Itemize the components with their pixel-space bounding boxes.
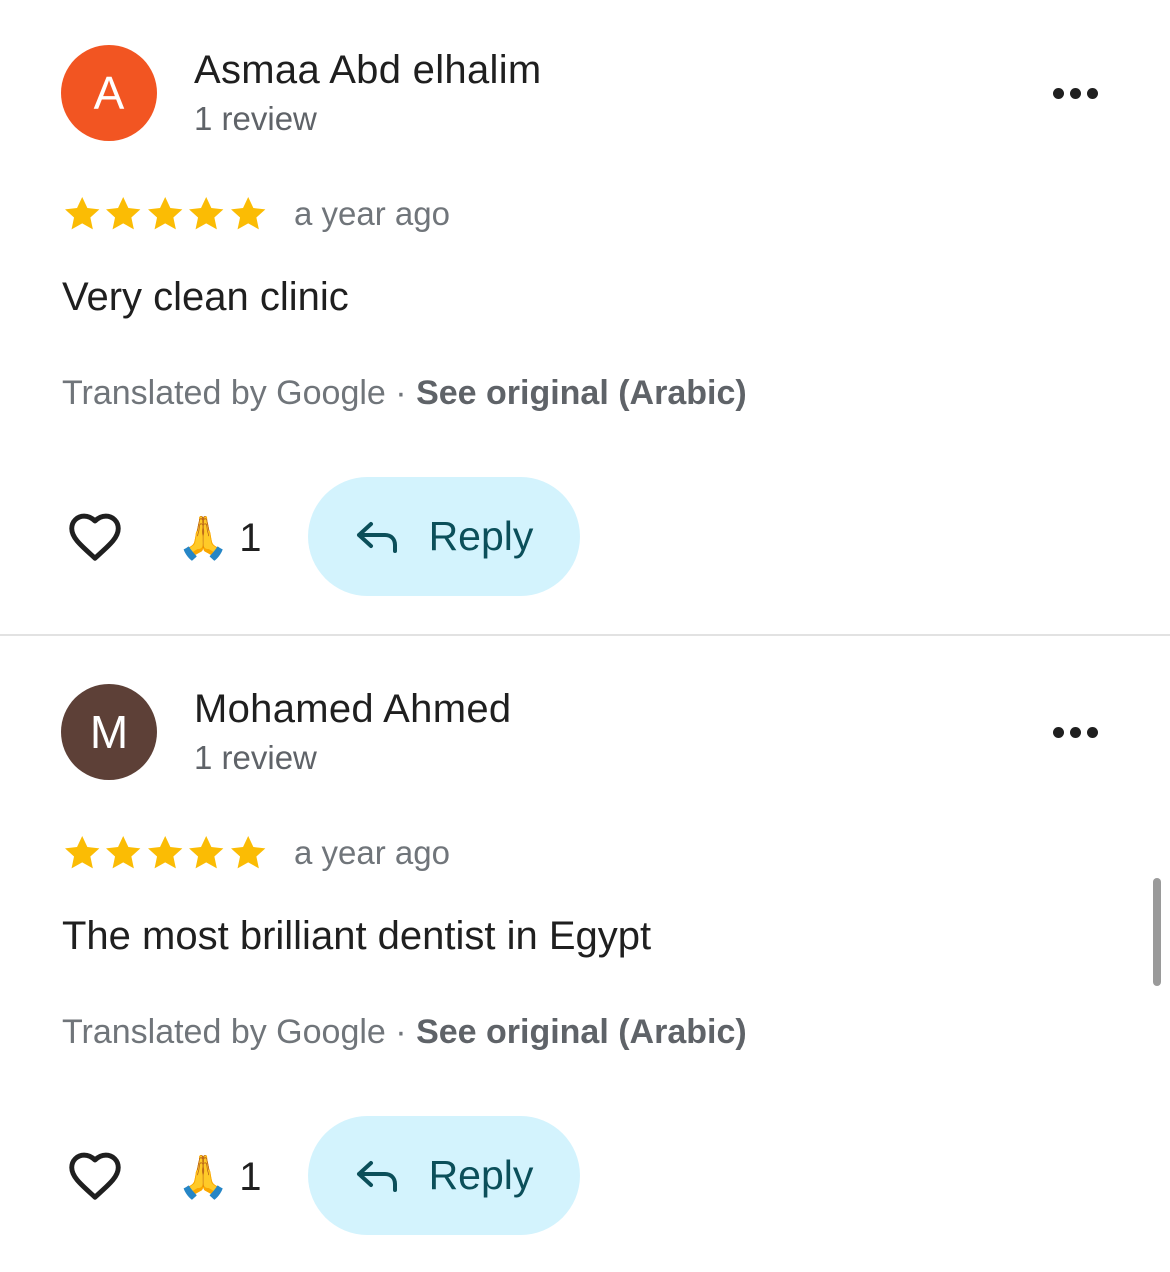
reply-arrow-icon xyxy=(356,521,397,553)
star-icon xyxy=(147,197,183,230)
reaction-count: 1 xyxy=(239,1154,262,1199)
see-original-link[interactable]: See original (Arabic) xyxy=(416,374,747,412)
reviewer-review-count: 1 review xyxy=(194,739,317,776)
separator: · xyxy=(395,374,407,412)
more-horizontal-icon xyxy=(1052,726,1064,738)
praying-hands-emoji: 🙏 xyxy=(177,514,230,561)
review-time: a year ago xyxy=(294,195,450,232)
star-icon xyxy=(230,197,265,230)
star-rating xyxy=(62,833,268,875)
star-icon xyxy=(189,197,224,230)
reviews-page: A Asmaa Abd elhalim 1 review a year ago … xyxy=(0,0,1170,1272)
reaction-summary[interactable]: 🙏 1 xyxy=(177,1149,262,1205)
translated-by-label: Translated by Google xyxy=(62,374,386,412)
reviewer-name[interactable]: Mohamed Ahmed xyxy=(194,687,511,732)
see-original-link[interactable]: See original (Arabic) xyxy=(416,1013,747,1051)
heart-outline-icon xyxy=(69,1152,121,1200)
heart-outline-icon xyxy=(69,513,121,561)
reaction-summary[interactable]: 🙏 1 xyxy=(177,510,262,566)
star-icon xyxy=(230,836,265,869)
like-button[interactable] xyxy=(62,505,128,567)
more-options-button[interactable] xyxy=(1040,76,1110,110)
star-icon xyxy=(65,197,100,230)
reviewer-name[interactable]: Asmaa Abd elhalim xyxy=(194,48,542,93)
star-icon xyxy=(65,836,100,869)
like-button[interactable] xyxy=(62,1144,128,1206)
reply-button[interactable]: Reply xyxy=(308,477,580,596)
reply-label: Reply xyxy=(428,513,534,559)
review-card: M Mohamed Ahmed 1 review a year ago The … xyxy=(0,639,1170,1272)
review-card: A Asmaa Abd elhalim 1 review a year ago … xyxy=(0,0,1170,636)
star-rating xyxy=(62,194,268,236)
reply-button[interactable]: Reply xyxy=(308,1116,580,1235)
star-icon xyxy=(106,836,141,869)
review-time: a year ago xyxy=(294,834,450,871)
praying-hands-emoji: 🙏 xyxy=(177,1153,230,1200)
avatar[interactable]: A xyxy=(61,45,157,141)
separator: · xyxy=(395,1013,407,1051)
scrollbar[interactable] xyxy=(1153,878,1161,986)
translation-note: Translated by Google · See original (Ara… xyxy=(62,1013,747,1052)
translation-note: Translated by Google · See original (Ara… xyxy=(62,374,747,413)
star-icon xyxy=(106,197,141,230)
reaction-count: 1 xyxy=(239,515,262,560)
review-text: Very clean clinic xyxy=(62,275,349,319)
more-options-button[interactable] xyxy=(1040,715,1110,749)
more-horizontal-icon xyxy=(1052,87,1064,99)
translated-by-label: Translated by Google xyxy=(62,1013,386,1051)
avatar[interactable]: M xyxy=(61,684,157,780)
star-icon xyxy=(147,836,183,869)
reviewer-review-count: 1 review xyxy=(194,100,317,137)
reply-arrow-icon xyxy=(356,1160,397,1192)
star-icon xyxy=(189,836,224,869)
review-text: The most brilliant dentist in Egypt xyxy=(62,914,652,958)
reply-label: Reply xyxy=(428,1152,534,1198)
review-divider xyxy=(0,634,1170,636)
